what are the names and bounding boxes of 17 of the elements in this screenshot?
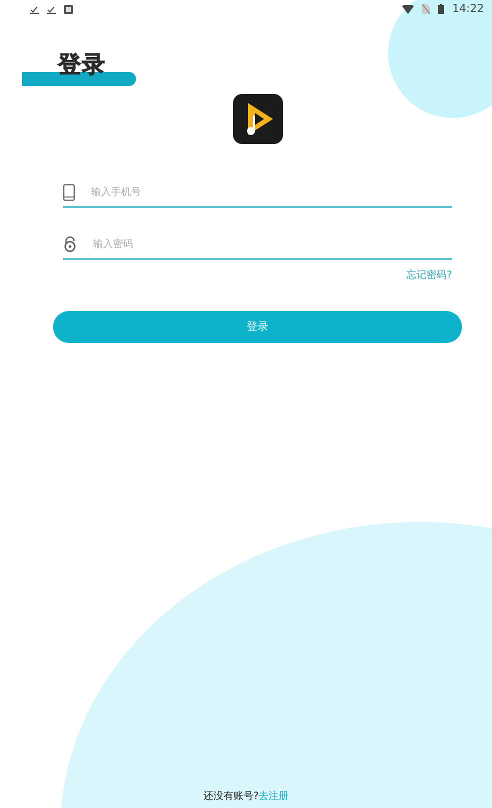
battery-icon xyxy=(438,4,444,14)
phone-icon xyxy=(63,184,75,200)
password-field[interactable]: 输入密码 xyxy=(93,236,452,252)
keyboard-icon xyxy=(64,4,73,14)
login-button[interactable]: 登录 xyxy=(53,311,462,343)
lock-icon xyxy=(63,236,77,252)
register-prompt: 还没有账号? xyxy=(203,790,259,804)
app-logo-icon xyxy=(233,94,283,144)
register-link[interactable]: 去注册 xyxy=(258,789,289,804)
forgot-password-link[interactable]: 忘记密码? xyxy=(406,268,452,283)
check-icon xyxy=(30,4,39,14)
page-title: 登录 xyxy=(58,54,106,77)
wifi-icon xyxy=(402,4,414,14)
status-time: 14:22 xyxy=(452,0,484,17)
check-icon xyxy=(47,4,56,14)
no-sim-icon xyxy=(422,4,430,14)
phone-field[interactable]: 输入手机号 xyxy=(91,184,452,200)
